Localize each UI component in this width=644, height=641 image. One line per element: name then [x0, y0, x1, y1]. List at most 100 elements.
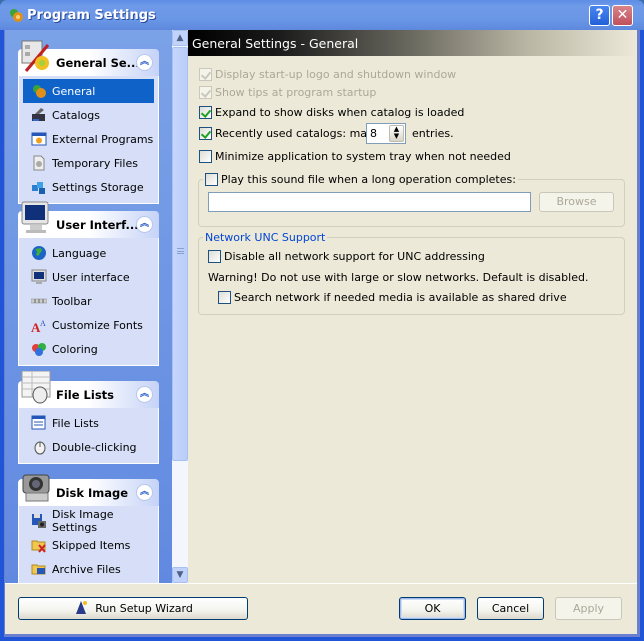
group-header[interactable]: File Lists ︽: [18, 371, 159, 408]
minimize-tray-checkbox[interactable]: Minimize application to system tray when…: [199, 150, 511, 163]
window-title: Program Settings: [27, 8, 156, 23]
sidebar-group-general: General Se... ︽ General Catalogs Externa…: [18, 40, 159, 204]
sidebar-item-general[interactable]: General: [23, 79, 154, 103]
display-logo-checkbox[interactable]: Display start-up logo and shutdown windo…: [199, 68, 456, 81]
ok-button[interactable]: OK: [399, 597, 466, 620]
item-label: Archive Files: [52, 562, 121, 576]
group-header[interactable]: User Interf... ︽: [18, 201, 159, 238]
checkbox-label: Play this sound file when a long operati…: [221, 173, 516, 186]
run-setup-wizard-button[interactable]: Run Setup Wizard: [18, 597, 248, 620]
item-label: Double-clicking: [52, 440, 137, 454]
cancel-button[interactable]: Cancel: [477, 597, 544, 620]
group-items: File Lists Double-clicking: [18, 408, 159, 464]
sidebar-group-user-interface: User Interf... ︽ Language User interface…: [18, 201, 159, 366]
entries-label: entries.: [412, 127, 454, 140]
collapse-chevron-icon[interactable]: ︽: [136, 216, 153, 233]
show-tips-checkbox[interactable]: Show tips at program startup: [199, 86, 376, 99]
sidebar-item-language[interactable]: Language: [23, 241, 154, 265]
collapse-chevron-icon[interactable]: ︽: [136, 484, 153, 501]
floppy-camera-icon: [32, 514, 46, 528]
expand-disks-checkbox[interactable]: Expand to show disks when catalog is loa…: [199, 106, 464, 119]
group-items: Language User interface Toolbar A A Custom…: [18, 238, 159, 366]
sidebar-group-file-lists: File Lists ︽ File Lists Double-clicking: [18, 371, 159, 464]
general-gears-icon: [33, 85, 46, 98]
collapse-chevron-icon[interactable]: ︽: [136, 54, 153, 71]
checkbox-label: Expand to show disks when catalog is loa…: [215, 106, 465, 119]
sidebar-item-external-programs[interactable]: External Programs: [23, 127, 154, 151]
sidebar-item-toolbar[interactable]: Toolbar: [23, 289, 154, 313]
sound-file-input[interactable]: [208, 192, 531, 212]
unc-warning-text: Warning! Do not use with large or slow n…: [208, 271, 589, 284]
checkbox-box[interactable]: [199, 150, 212, 163]
item-label: Language: [52, 246, 107, 260]
group-items: Disk Image Settings Skipped Items Archiv…: [18, 506, 159, 583]
spinner-value[interactable]: 8: [370, 127, 377, 140]
settings-sidebar: General Se... ︽ General Catalogs Externa…: [5, 30, 172, 583]
app-gears-icon: [10, 9, 23, 22]
file-list-icon: [31, 415, 46, 430]
color-balls-icon: [32, 343, 46, 356]
search-network-checkbox[interactable]: Search network if needed media is availa…: [218, 291, 567, 304]
sidebar-item-customize-fonts[interactable]: A A Customize Fonts: [23, 313, 154, 337]
storage-blocks-icon: [32, 182, 45, 194]
folder-archive-icon: [31, 564, 46, 575]
svg-text:A: A: [40, 319, 46, 328]
sidebar-item-disk-image-settings[interactable]: Disk Image Settings: [23, 508, 154, 534]
checkbox-box[interactable]: [205, 173, 218, 186]
sidebar-item-archive-files[interactable]: Archive Files: [23, 557, 154, 581]
play-sound-checkbox[interactable]: Play this sound file when a long operati…: [203, 173, 518, 186]
checkbox-box[interactable]: [199, 86, 212, 99]
sidebar-item-file-lists[interactable]: File Lists: [23, 411, 154, 435]
browse-button[interactable]: Browse: [539, 192, 614, 212]
scroll-thumb[interactable]: [172, 47, 188, 461]
sidebar-item-temporary-files[interactable]: Temporary Files: [23, 151, 154, 175]
toolbar-icon: [31, 298, 47, 304]
scroll-down-button[interactable]: ▼: [172, 567, 188, 583]
sidebar-item-catalogs[interactable]: Catalogs: [23, 103, 154, 127]
sidebar-item-settings-storage[interactable]: Settings Storage: [23, 175, 154, 199]
program-settings-window: Program Settings ? ✕ General Se... ︽ Gen…: [0, 0, 644, 641]
checkbox-label: Minimize application to system tray when…: [215, 150, 511, 163]
item-label: Customize Fonts: [52, 318, 143, 332]
group-header[interactable]: Disk Image ︽: [18, 474, 159, 506]
mouse-icon: [34, 441, 46, 455]
group-title: File Lists: [56, 388, 114, 402]
sidebar-item-user-interface[interactable]: User interface: [23, 265, 154, 289]
checkbox-box[interactable]: [208, 250, 221, 263]
checkbox-box[interactable]: [218, 291, 231, 304]
scroll-up-button[interactable]: ▲: [172, 30, 188, 46]
font-icon: AA: [31, 319, 46, 333]
group-title: User Interf...: [56, 218, 139, 232]
sidebar-item-skipped-items[interactable]: Skipped Items: [23, 533, 154, 557]
recent-catalogs-spinner[interactable]: 8 ▲ ▼: [366, 123, 406, 144]
sidebar-scrollbar[interactable]: ▲ ▼: [172, 30, 188, 583]
globe-icon: [32, 246, 46, 260]
checkbox-box[interactable]: [199, 68, 212, 81]
spinner-arrows-icon[interactable]: ▲ ▼: [389, 125, 404, 142]
title-bar[interactable]: Program Settings ? ✕: [0, 0, 644, 30]
group-title: Disk Image: [56, 486, 129, 500]
group-header[interactable]: General Se... ︽: [18, 40, 159, 76]
item-label: Temporary Files: [52, 156, 138, 170]
checkbox-box[interactable]: [199, 127, 212, 140]
checkbox-box[interactable]: [199, 106, 212, 119]
wizard-icon: [76, 601, 88, 614]
sidebar-item-coloring[interactable]: Coloring: [23, 337, 154, 361]
checkbox-label: Search network if needed media is availa…: [234, 291, 567, 304]
sidebar-item-double-clicking[interactable]: Double-clicking: [23, 435, 154, 459]
sidebar-group-disk-image: Disk Image ︽ Disk Image Settings Skipped…: [18, 474, 159, 583]
recent-catalogs-checkbox[interactable]: Recently used catalogs: max.: [199, 127, 377, 140]
folder-x-icon: [31, 540, 46, 553]
settings-tools-icon: [21, 40, 50, 72]
item-label: Toolbar: [52, 294, 92, 308]
item-label: Catalogs: [52, 108, 100, 122]
apply-button[interactable]: Apply: [555, 597, 622, 620]
checkbox-label: Display start-up logo and shutdown windo…: [215, 68, 457, 81]
help-button[interactable]: ?: [589, 5, 610, 26]
disable-unc-checkbox[interactable]: Disable all network support for UNC addr…: [208, 250, 485, 263]
item-label: General: [52, 84, 96, 98]
collapse-chevron-icon[interactable]: ︽: [136, 386, 153, 403]
dialog-footer: Run Setup Wizard OK Cancel Apply: [5, 583, 637, 634]
checkbox-label: Recently used catalogs: max.: [215, 127, 378, 140]
close-button[interactable]: ✕: [612, 5, 633, 26]
